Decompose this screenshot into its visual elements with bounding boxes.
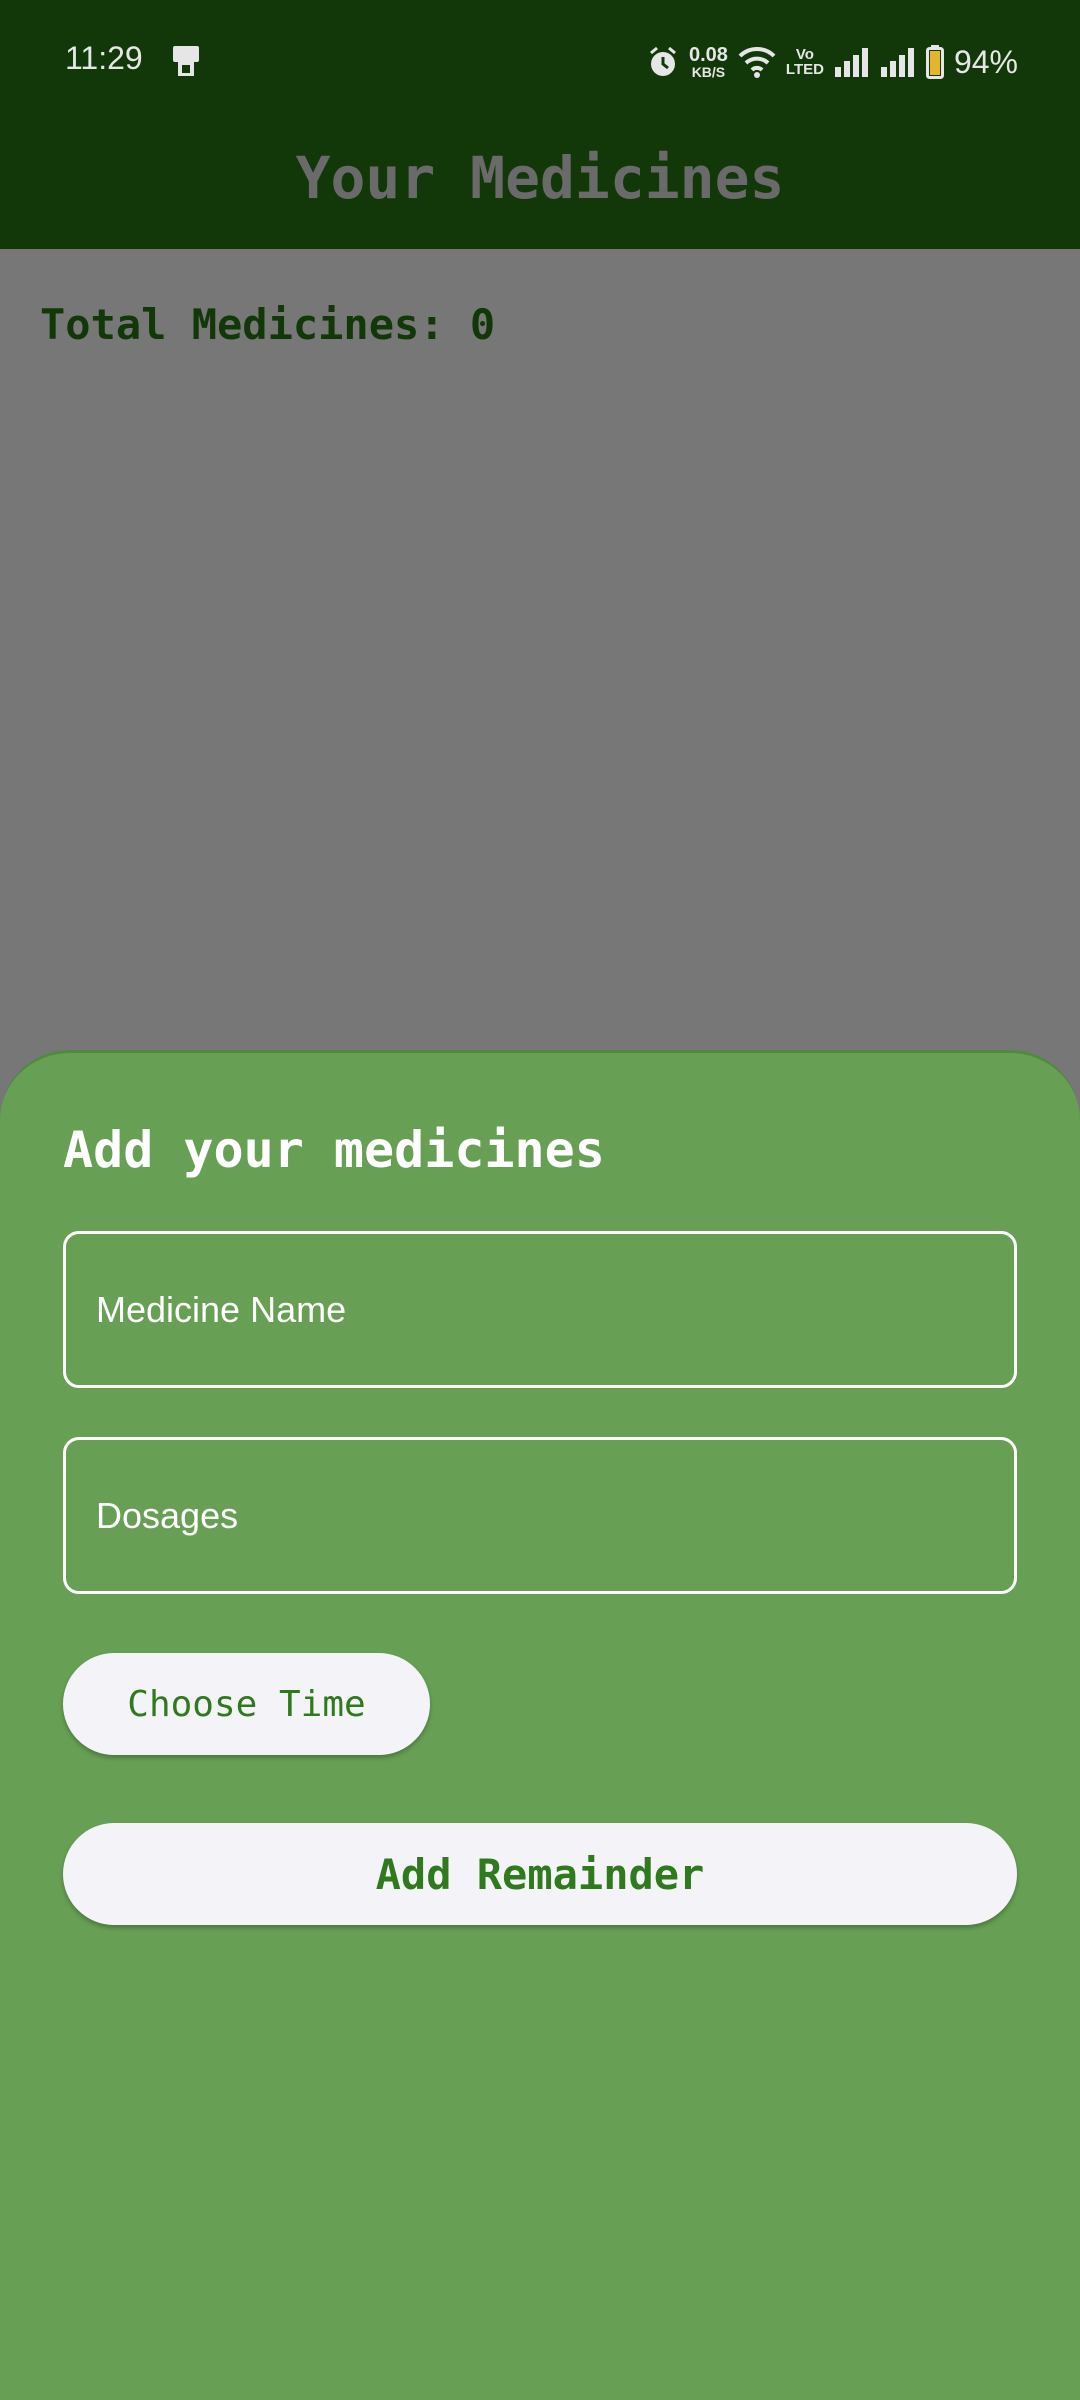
volte-top: Vo xyxy=(795,46,814,63)
cast-icon xyxy=(173,46,199,76)
dosages-input[interactable] xyxy=(66,1440,1014,1591)
total-medicines-label: Total Medicines: 0 xyxy=(40,300,496,349)
page-title: Your Medicines xyxy=(295,144,785,212)
volte-indicator: Vo LTED xyxy=(786,47,824,77)
sheet-title: Add your medicines xyxy=(63,1121,605,1179)
status-bar: 11:29 0.08 KB/S Vo LTED 94% xyxy=(0,0,1080,124)
dosages-field[interactable] xyxy=(63,1437,1017,1594)
add-medicine-sheet: Add your medicines Choose Time Add Remai… xyxy=(0,1050,1080,2400)
status-icons: 0.08 KB/S Vo LTED 94% xyxy=(647,38,1018,86)
signal-icon-2 xyxy=(880,48,914,77)
battery-level: 94% xyxy=(953,43,1018,80)
wifi-icon xyxy=(738,46,776,78)
medicine-name-field[interactable] xyxy=(63,1231,1017,1388)
app-bar: Your Medicines xyxy=(0,124,1080,249)
volte-bottom: LTED xyxy=(785,61,824,78)
net-speed-unit: KB/S xyxy=(691,64,726,80)
add-remainder-button[interactable]: Add Remainder xyxy=(63,1823,1017,1925)
status-time: 11:29 xyxy=(65,40,143,76)
net-speed-value: 0.08 xyxy=(688,44,728,66)
alarm-icon xyxy=(649,46,676,76)
battery-icon xyxy=(925,45,944,79)
net-speed: 0.08 KB/S xyxy=(689,45,728,79)
signal-icon xyxy=(834,48,868,77)
medicine-name-input[interactable] xyxy=(66,1234,1014,1385)
choose-time-button[interactable]: Choose Time xyxy=(63,1653,430,1755)
